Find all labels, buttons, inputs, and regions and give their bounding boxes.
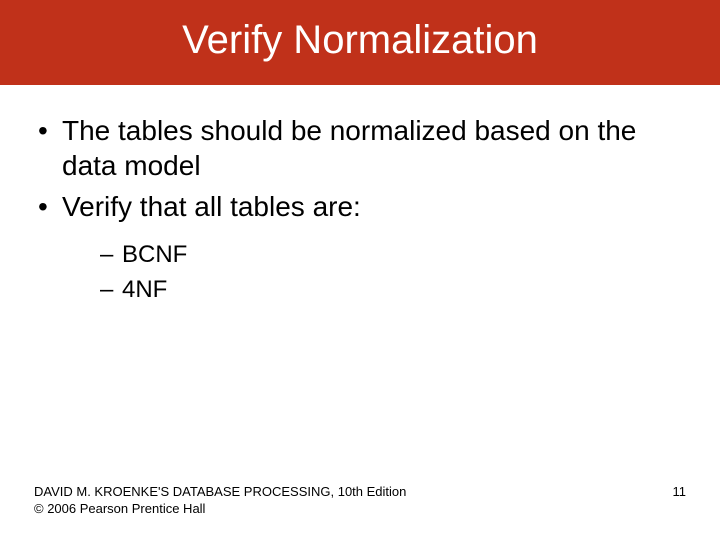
- bullet-item: The tables should be normalized based on…: [34, 113, 686, 183]
- bullet-text: Verify that all tables are:: [62, 191, 361, 222]
- slide-footer: DAVID M. KROENKE'S DATABASE PROCESSING, …: [34, 484, 686, 518]
- sub-bullet-list: BCNF 4NF: [62, 238, 686, 308]
- bullet-item: Verify that all tables are: BCNF 4NF: [34, 189, 686, 308]
- slide-title: Verify Normalization: [0, 0, 720, 85]
- footer-attribution: DAVID M. KROENKE'S DATABASE PROCESSING, …: [34, 484, 406, 518]
- footer-line-2: © 2006 Pearson Prentice Hall: [34, 501, 406, 518]
- footer-line-1: DAVID M. KROENKE'S DATABASE PROCESSING, …: [34, 484, 406, 501]
- sub-bullet-text: 4NF: [122, 276, 167, 303]
- slide-content: The tables should be normalized based on…: [0, 85, 720, 308]
- page-number: 11: [673, 484, 687, 501]
- bullet-list: The tables should be normalized based on…: [34, 113, 686, 308]
- bullet-text: The tables should be normalized based on…: [62, 115, 636, 181]
- sub-bullet-item: 4NF: [100, 273, 686, 308]
- slide: Verify Normalization The tables should b…: [0, 0, 720, 540]
- sub-bullet-text: BCNF: [122, 241, 187, 268]
- sub-bullet-item: BCNF: [100, 238, 686, 273]
